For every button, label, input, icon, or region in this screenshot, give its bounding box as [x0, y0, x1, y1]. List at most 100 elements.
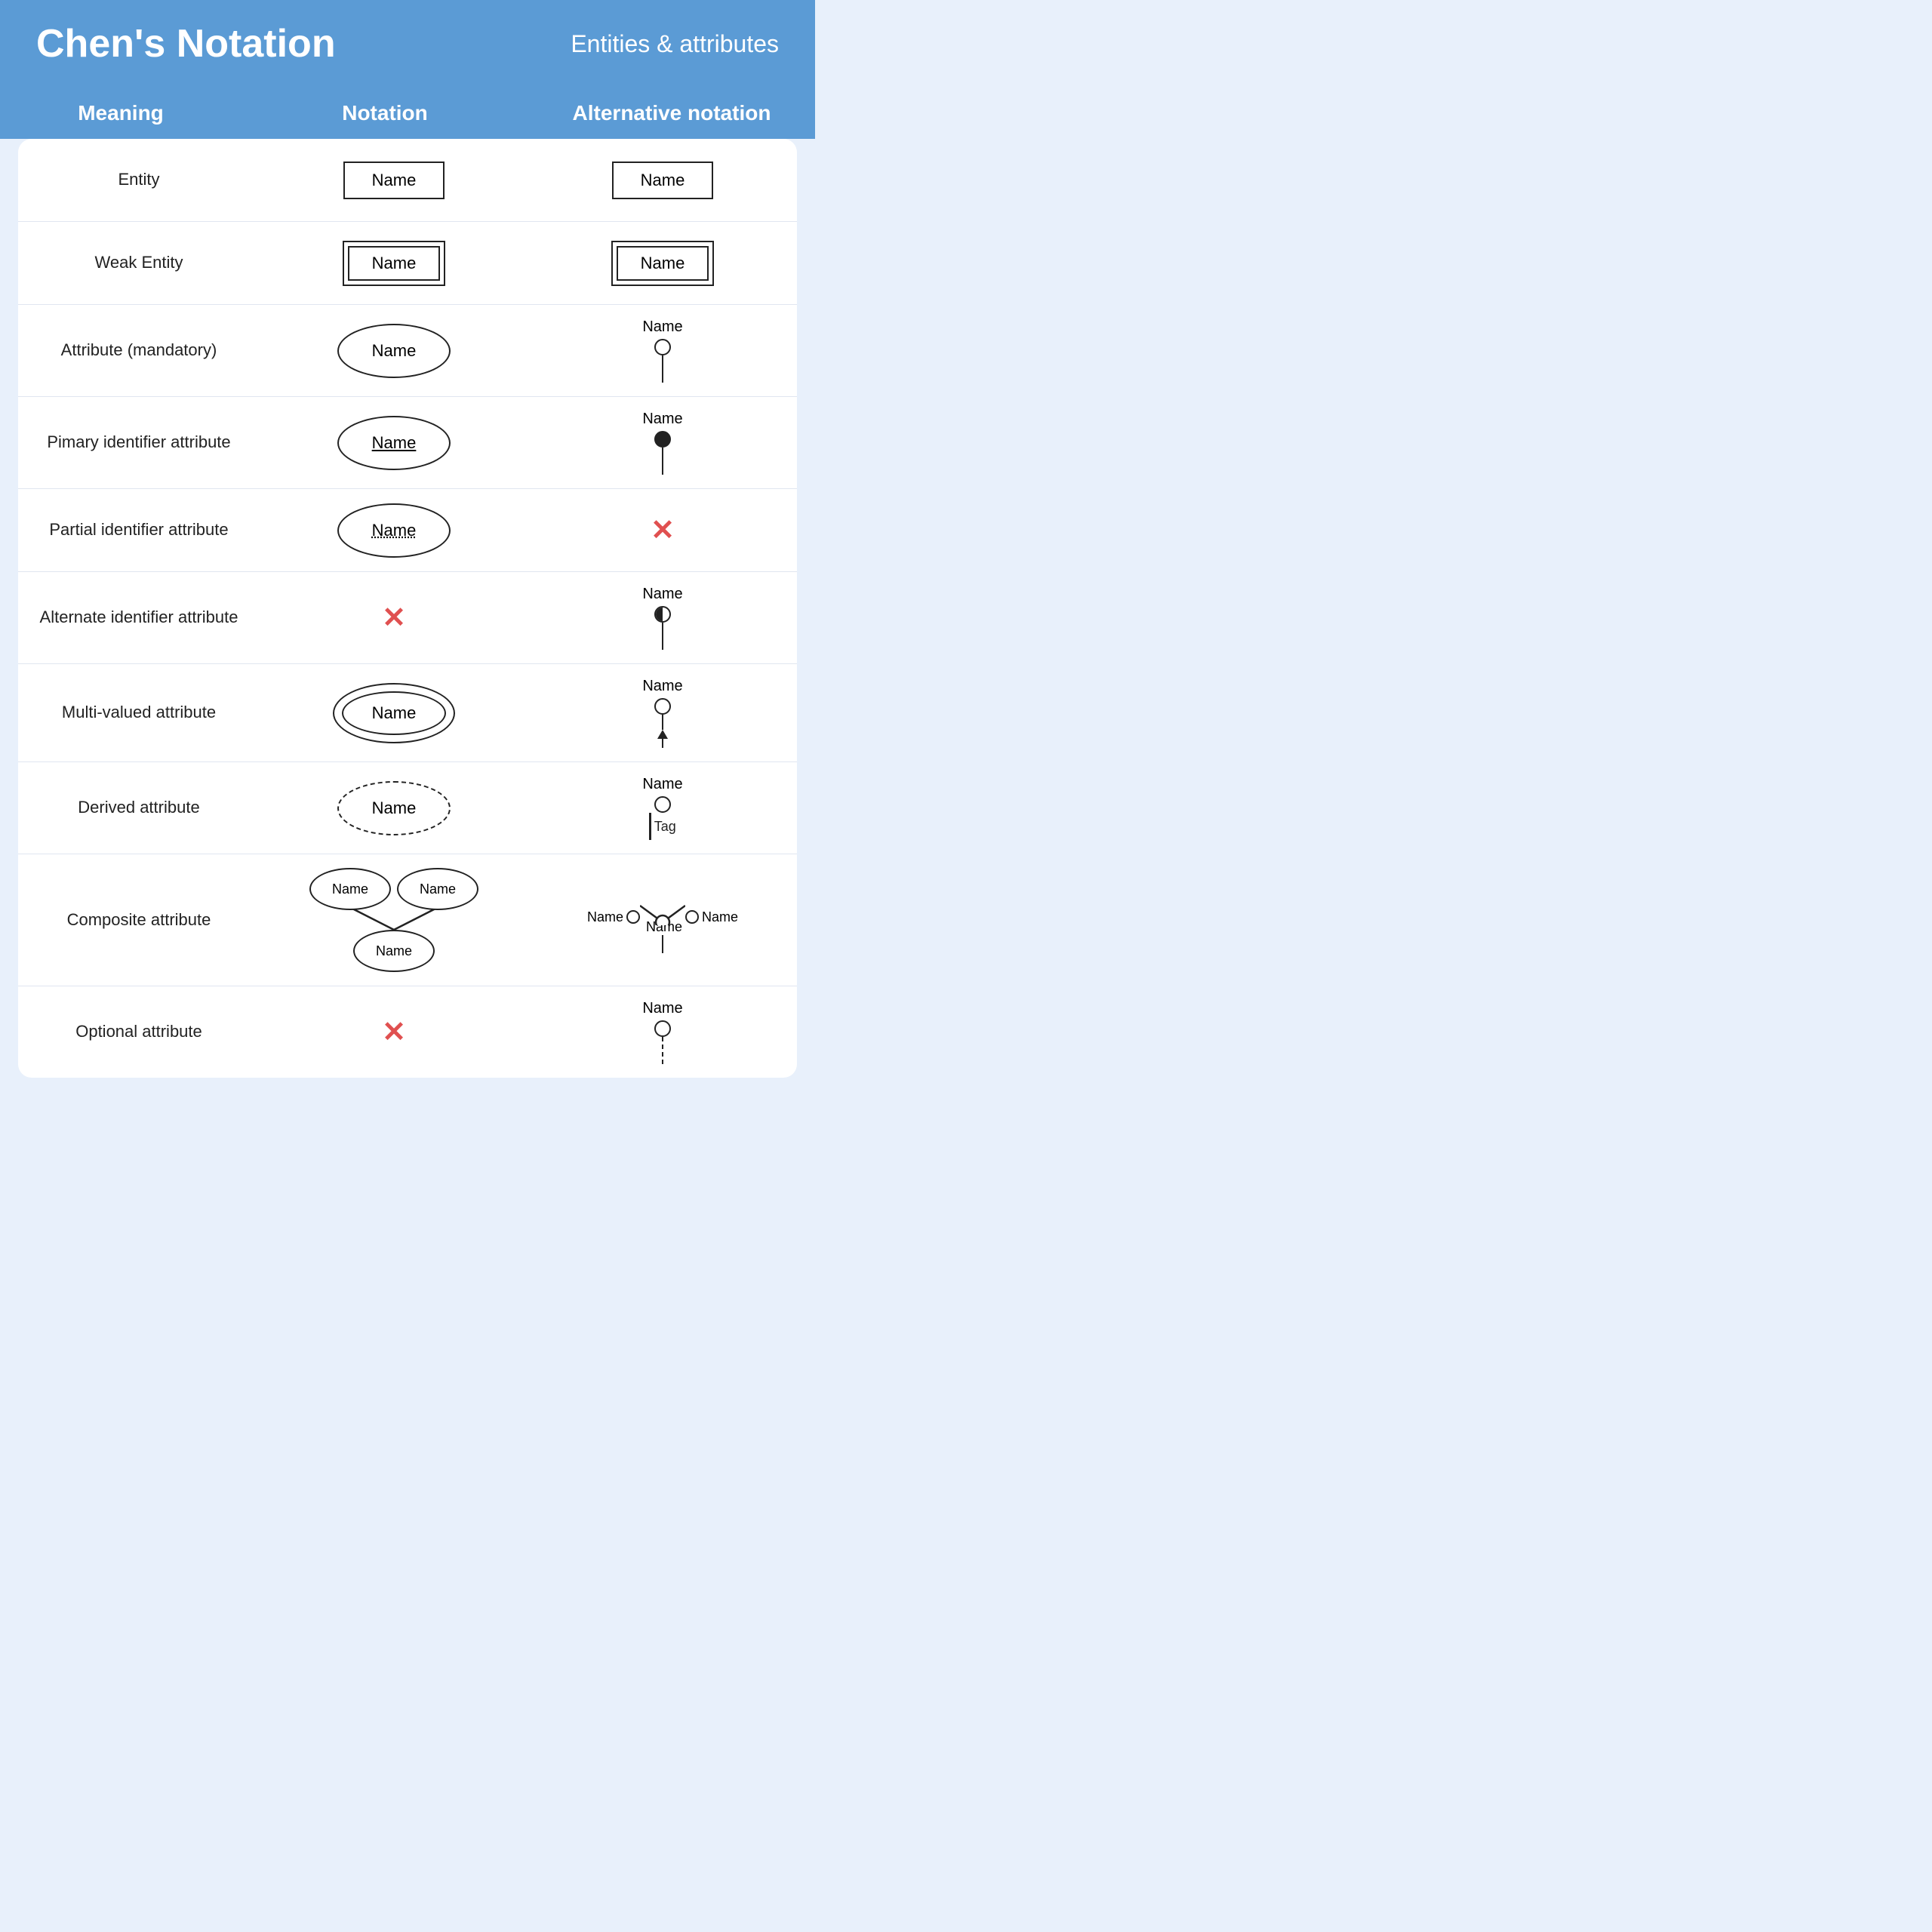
ellipse-underline: Name: [337, 416, 451, 470]
circle-open-icon: [654, 796, 671, 813]
table-body: Entity Name Name Weak Entity Name Name: [18, 139, 797, 1078]
table-row: Composite attribute Name Name Name: [18, 854, 797, 986]
notation-derived: Name: [260, 768, 528, 849]
red-x-icon: ✕: [382, 601, 406, 635]
column-headers: Meaning Notation Alternative notation: [0, 88, 815, 139]
alt-composite: Name Name Name: [528, 874, 797, 967]
vert-line-el: [662, 355, 664, 383]
circle-open-icon: [654, 1020, 671, 1037]
alt-attr-mandatory: Name: [528, 305, 797, 396]
table-row: Optional attribute ✕ Name: [18, 986, 797, 1078]
notation-entity: Name: [260, 148, 528, 213]
alt-alt-id: Name: [528, 572, 797, 663]
vert-line-with-tag: Tag: [649, 813, 676, 840]
table-row: Entity Name Name: [18, 139, 797, 222]
notation-alt-id: ✕: [260, 587, 528, 648]
alt-optional-node: Name: [642, 1000, 682, 1064]
table-row: Partial identifier attribute Name ✕: [18, 489, 797, 572]
weak-entity-rect: Name: [343, 241, 446, 286]
notation-weak-entity: Name: [260, 227, 528, 300]
vert-line-el: [662, 448, 664, 475]
composite-top-row: Name Name: [309, 868, 478, 910]
vert-line-dashed-el: [662, 1037, 664, 1064]
notation-optional: ✕: [260, 1001, 528, 1063]
alt-open-circle-arrow: Name: [642, 678, 682, 748]
col-notation: Notation: [242, 101, 528, 125]
notation-primary-id: Name: [260, 402, 528, 484]
alt-optional: Name: [528, 986, 797, 1078]
vert-line-el: [662, 623, 664, 650]
vert-line-el2: [662, 739, 664, 748]
vert-line-el: [662, 715, 664, 730]
weak-entity-inner: Name: [348, 246, 441, 281]
col-alternative: Alternative notation: [528, 101, 815, 125]
col-meaning: Meaning: [0, 101, 242, 125]
alt-primary-id: Name: [528, 397, 797, 488]
table-row: Pimary identifier attribute Name Name: [18, 397, 797, 489]
header: Chen's Notation Entities & attributes: [0, 0, 815, 88]
double-ellipse: Name: [333, 683, 455, 743]
table-row: Attribute (mandatory) Name Name: [18, 305, 797, 397]
notation-multivalued: Name: [260, 669, 528, 757]
alt-multivalued: Name: [528, 664, 797, 761]
arrow-up-icon: [657, 715, 668, 748]
circle-open-icon: [654, 339, 671, 355]
meaning-multivalued: Multi-valued attribute: [18, 688, 260, 738]
circle-half-icon: [654, 606, 671, 623]
arrow-up-el: [657, 730, 668, 739]
ellipse-comp-1: Name: [309, 868, 391, 910]
entity-rect-alt: Name: [612, 162, 714, 199]
alt-filled-circle: Name: [642, 411, 682, 475]
alt-derived: Name Tag: [528, 762, 797, 854]
alt-derived-node: Name Tag: [642, 776, 682, 840]
entity-rect: Name: [343, 162, 445, 199]
meaning-optional: Optional attribute: [18, 1007, 260, 1057]
meaning-composite: Composite attribute: [18, 895, 260, 946]
comp-tree-svg: [640, 888, 685, 925]
alt-entity: Name: [528, 148, 797, 213]
dashed-ellipse: Name: [337, 781, 451, 835]
weak-entity-rect-alt: Name: [611, 241, 715, 286]
meaning-weak-entity: Weak Entity: [18, 238, 260, 288]
double-ellipse-inner: Name: [342, 691, 446, 735]
composite-connector-svg: [307, 909, 481, 931]
alt-open-circle: Name: [642, 318, 682, 383]
subtitle: Entities & attributes: [571, 30, 779, 58]
comp-name-right: Name: [702, 909, 738, 925]
comp-left: Name: [587, 909, 640, 925]
table-row: Weak Entity Name Name: [18, 222, 797, 305]
comp-branches: Name Name: [587, 888, 738, 925]
comp-right: Name: [685, 909, 738, 925]
red-x-icon: ✕: [651, 513, 675, 547]
alt-name-label: Name: [642, 411, 682, 428]
comp-vert: [662, 935, 664, 953]
circle-open-right: [685, 910, 699, 924]
alt-name-label: Name: [642, 678, 682, 695]
meaning-entity: Entity: [18, 155, 260, 205]
notation-composite: Name Name Name: [260, 854, 528, 986]
alt-name-label: Name: [642, 776, 682, 793]
ellipse-comp-3: Name: [353, 930, 435, 972]
meaning-alt-id: Alternate identifier attribute: [18, 592, 260, 643]
weak-entity-inner-alt: Name: [617, 246, 709, 281]
meaning-derived: Derived attribute: [18, 783, 260, 833]
circle-filled-icon: [654, 431, 671, 448]
notation-partial-id: Name: [260, 490, 528, 571]
vert-line-el: [649, 813, 651, 840]
meaning-attr-mandatory: Attribute (mandatory): [18, 325, 260, 376]
circle-open-left: [626, 910, 640, 924]
meaning-partial-id: Partial identifier attribute: [18, 505, 260, 555]
alt-name-label: Name: [642, 586, 682, 603]
main-title: Chen's Notation: [36, 21, 336, 66]
table-row: Multi-valued attribute Name Name: [18, 664, 797, 762]
alt-partial-id: ✕: [528, 500, 797, 561]
alt-half-circle: Name: [642, 586, 682, 650]
meaning-primary-id: Pimary identifier attribute: [18, 417, 260, 468]
composite-ellipses: Name Name Name: [307, 868, 481, 972]
comp-name-left: Name: [587, 909, 623, 925]
red-x-icon: ✕: [382, 1015, 406, 1049]
table-row: Derived attribute Name Name Tag: [18, 762, 797, 854]
circle-open-icon: [654, 698, 671, 715]
table-row: Alternate identifier attribute ✕ Name: [18, 572, 797, 664]
ellipse-dotted: Name: [337, 503, 451, 558]
